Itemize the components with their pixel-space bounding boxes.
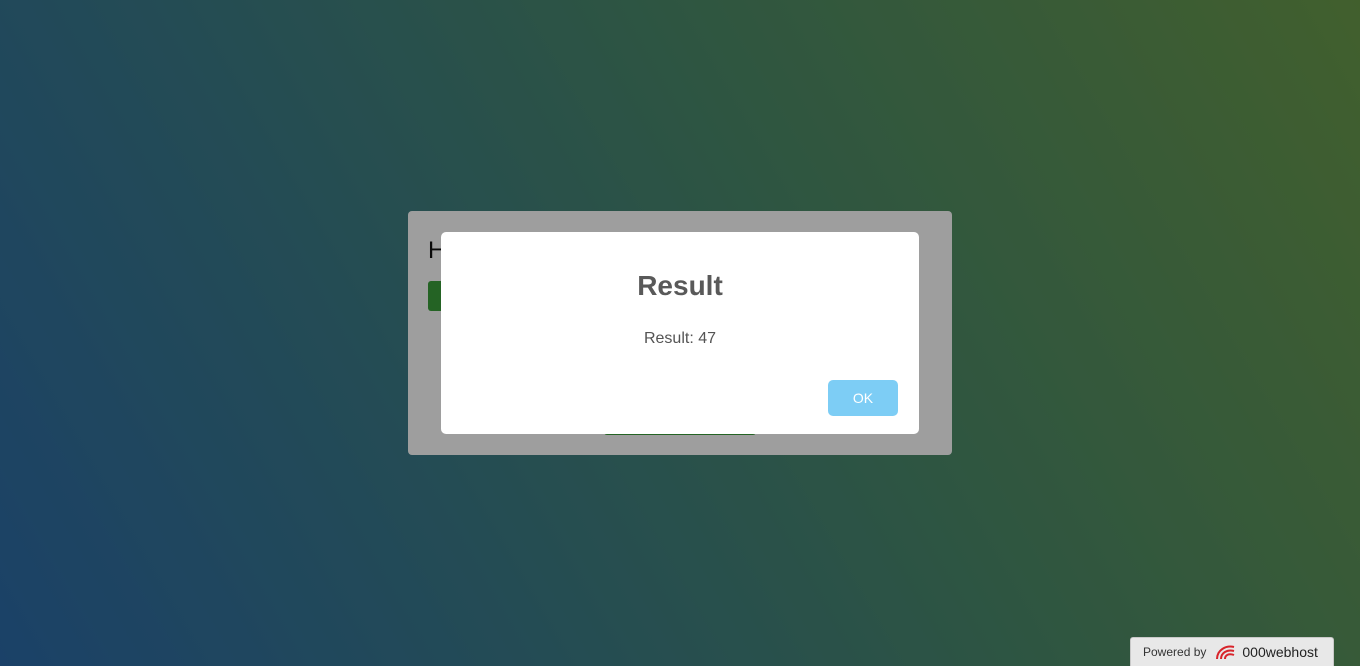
000webhost-logo-icon [1216, 645, 1235, 660]
result-dialog: Result Result: 47 OK [441, 232, 919, 434]
ok-button[interactable]: OK [828, 380, 898, 416]
dialog-message: Result: 47 [643, 330, 717, 347]
powered-by-label: Powered by [1143, 645, 1207, 659]
brand-name: 000webhost [1242, 644, 1318, 660]
dialog-title: Result [637, 270, 723, 301]
hosting-badge[interactable]: Powered by 000webhost [1130, 637, 1334, 666]
